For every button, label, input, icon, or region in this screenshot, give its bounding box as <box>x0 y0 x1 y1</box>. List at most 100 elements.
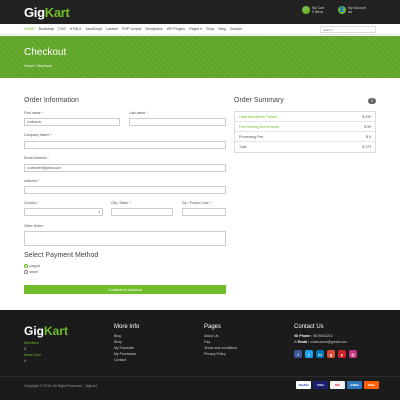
amex-card-icon: AMEX <box>347 381 362 389</box>
radio-icon[interactable] <box>24 270 28 274</box>
summary-fee-price: $ 5 <box>366 134 371 139</box>
members-value: 3 <box>24 347 26 351</box>
country-label-text: Country <box>24 201 37 205</box>
facebook-icon[interactable]: f <box>294 350 302 358</box>
copyright: Copyright © 2019, All Right Reserved , G… <box>24 384 97 388</box>
pages-title: Pages <box>204 324 222 330</box>
members-label: Members <box>24 341 39 345</box>
mail-icon: ✉ <box>294 340 297 344</box>
nav-item[interactable]: HOME <box>24 27 35 31</box>
cart-button[interactable]: 🛒 My Cart 0 items <box>302 6 324 14</box>
zip-field[interactable] <box>182 208 226 216</box>
social-links: f t in g p ◎ <box>294 350 357 358</box>
mastercard-icon: MC <box>330 381 345 389</box>
city-field[interactable] <box>111 208 173 216</box>
instagram-icon[interactable]: ◎ <box>349 350 357 358</box>
summary-total-price: $ 373 <box>362 145 371 149</box>
continue-checkout-button[interactable]: Continue to checkout <box>24 285 226 294</box>
summary-row: Hotel Wordpress Theme $ 299 <box>235 112 375 122</box>
contact-phone: ☎ Phone : 9876543210 <box>294 334 333 338</box>
discover-card-icon: DISC <box>364 381 379 389</box>
order-summary-title: Order Summary <box>234 97 284 104</box>
footer-link-favourite[interactable]: My Favourite <box>114 346 134 350</box>
company-label: Company Name * <box>24 133 52 137</box>
chevron-down-icon: ▾ <box>98 210 100 214</box>
phone-value: 9876543210 <box>313 334 333 338</box>
nav-item[interactable]: CSS <box>58 27 65 31</box>
email-field[interactable] <box>24 164 226 172</box>
summary-fee-label: Processing Fee <box>239 134 264 139</box>
first-name-field[interactable] <box>24 118 120 126</box>
payment-option-paypal[interactable]: paypal <box>24 264 40 268</box>
footer-link-shop[interactable]: Shop <box>114 340 122 344</box>
footer-link-blog[interactable]: Blog <box>114 334 121 338</box>
last-name-label: Last name * <box>129 111 148 115</box>
contact-title: Contact Us <box>294 324 324 330</box>
nav-item[interactable]: Contact <box>230 27 242 31</box>
nav-item[interactable]: JavaScript <box>85 27 102 31</box>
summary-count-badge: 2 <box>368 98 376 104</box>
linkedin-icon[interactable]: in <box>316 350 324 358</box>
items-sold-value: 4 <box>24 359 26 363</box>
logo[interactable]: GigKart <box>24 5 70 20</box>
account-button[interactable]: 👤 My Account aa <box>338 6 366 14</box>
visa-card-icon: VISA <box>313 381 328 389</box>
first-name-label: First name * <box>24 111 43 115</box>
twitter-icon[interactable]: t <box>305 350 313 358</box>
footer-link-terms[interactable]: Terms and conditions <box>204 346 237 350</box>
logo-text-primary: Gig <box>24 5 45 20</box>
nav-item[interactable]: Laravel <box>106 27 118 31</box>
nav-item[interactable]: Shop <box>206 27 214 31</box>
required-mark: * <box>50 133 52 137</box>
address-field[interactable] <box>24 186 226 194</box>
phone-icon: ☎ <box>294 334 299 338</box>
summary-total-label: Total <box>239 145 247 149</box>
zip-label-text: Zip / Postal Code <box>182 201 209 205</box>
zip-label: Zip / Postal Code * <box>182 201 211 205</box>
radio-selected-icon[interactable] <box>24 264 28 268</box>
search-input[interactable] <box>320 26 376 33</box>
top-bar: GigKart 🛒 My Cart 0 items 👤 My Account a… <box>0 0 400 24</box>
required-mark: * <box>209 201 212 205</box>
payment-option-label: paypal <box>29 264 40 268</box>
footer-link-purchases[interactable]: My Purchases <box>114 352 136 356</box>
summary-row: Free training Server script $ 99 <box>235 122 375 132</box>
footer-logo-text-primary: Gig <box>24 324 44 338</box>
payment-title: Select Payment Method <box>24 252 99 259</box>
breadcrumb[interactable]: Home / Checkout <box>24 64 52 68</box>
nav-item[interactable]: Wordpress <box>145 27 162 31</box>
notes-field[interactable] <box>24 231 226 246</box>
footer-link-about[interactable]: About Us <box>204 334 218 338</box>
footer-link-contact[interactable]: Contact <box>114 358 126 362</box>
contact-email: ✉ Email : codecanon@gmail.com <box>294 340 347 344</box>
nav-item[interactable]: Blog <box>218 27 225 31</box>
footer-link-faq[interactable]: Faq <box>204 340 210 344</box>
main-nav: HOME Bootstrap CSS HTML5 JavaScript Laravel PH… <box>0 24 400 35</box>
nav-item[interactable]: Bootstrap <box>39 27 54 31</box>
logo-text-accent: Kart <box>44 5 70 20</box>
required-mark: * <box>37 179 40 183</box>
city-label-text: City / State <box>111 201 129 205</box>
paypal-card-icon: PayPal <box>296 381 311 389</box>
user-icon: 👤 <box>338 6 346 14</box>
google-plus-icon[interactable]: g <box>327 350 335 358</box>
page-title: Checkout <box>24 47 67 58</box>
pinterest-icon[interactable]: p <box>338 350 346 358</box>
footer-logo[interactable]: GigKart <box>24 324 68 338</box>
nav-item[interactable]: PHP Scripts <box>122 27 141 31</box>
summary-row: Processing Fee $ 5 <box>235 132 375 142</box>
summary-item-link[interactable]: Free training Server script <box>239 125 279 129</box>
summary-item-link[interactable]: Hotel Wordpress Theme <box>239 115 277 119</box>
payment-option-label: stripe <box>29 270 39 274</box>
company-field[interactable] <box>24 141 226 149</box>
last-name-field[interactable] <box>129 118 226 126</box>
nav-item[interactable]: Pages ▾ <box>189 27 202 31</box>
footer-link-privacy[interactable]: Privacy Policy <box>204 352 226 356</box>
summary-item-price: $ 299 <box>362 114 371 119</box>
country-select[interactable]: ▾ <box>24 208 103 216</box>
nav-item[interactable]: WP Plugins <box>167 27 186 31</box>
payment-option-stripe[interactable]: stripe <box>24 270 38 274</box>
items-sold-label: Items Sold <box>24 353 41 357</box>
required-mark: * <box>146 111 148 115</box>
nav-item[interactable]: HTML5 <box>70 27 82 31</box>
